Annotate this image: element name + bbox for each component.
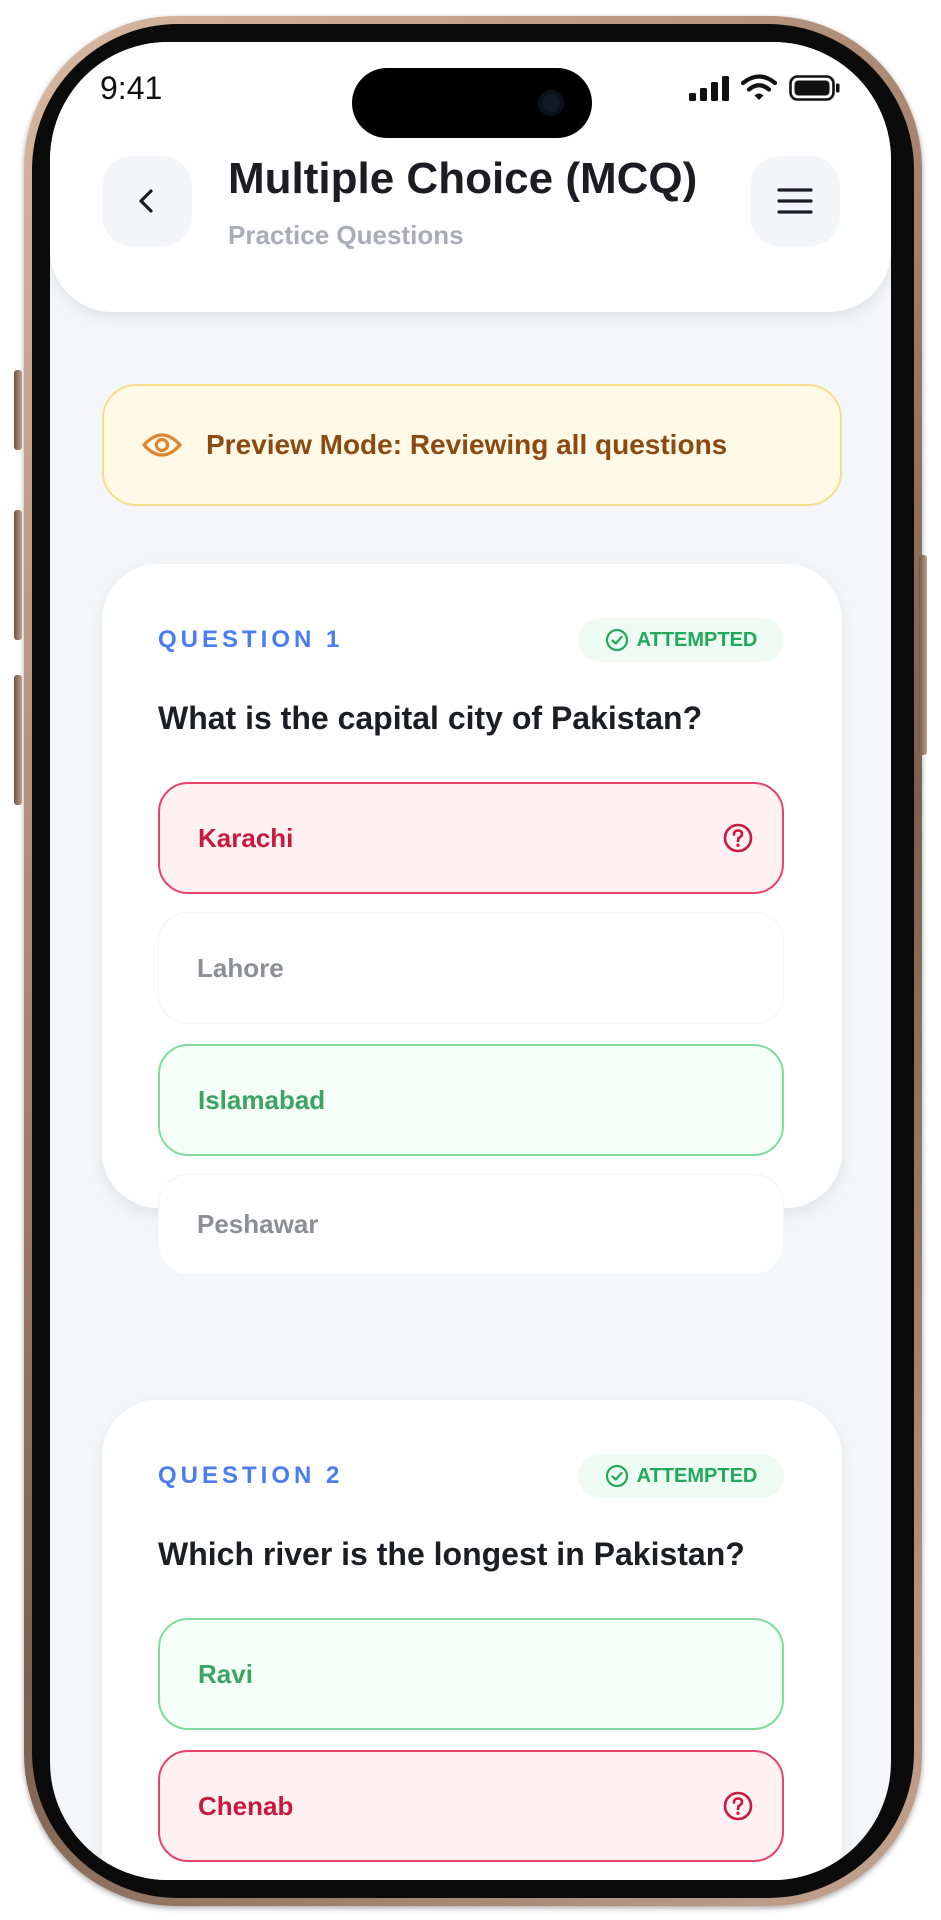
power-button bbox=[919, 555, 927, 755]
status-badge: ATTEMPTED bbox=[578, 618, 784, 662]
app-screen: Multiple Choice (MCQ) Practice Questions… bbox=[50, 42, 891, 1880]
question-card: QUESTION 2 ATTEMPTED Which river is the … bbox=[102, 1400, 842, 1880]
status-badge-label: ATTEMPTED bbox=[636, 628, 758, 651]
dynamic-island bbox=[352, 68, 592, 138]
option-label: Ravi bbox=[198, 1658, 253, 1689]
question-card: QUESTION 1 ATTEMPTED What is the capital… bbox=[102, 564, 842, 1274]
battery-icon bbox=[789, 75, 840, 101]
check-circle-icon bbox=[605, 628, 628, 652]
question-text: What is the capital city of Pakistan? bbox=[158, 700, 703, 736]
option-islamabad[interactable]: Islamabad bbox=[158, 1044, 784, 1156]
option-label: Chenab bbox=[198, 1790, 294, 1821]
status-badge-label: ATTEMPTED bbox=[636, 1464, 758, 1487]
status-time: 9:41 bbox=[100, 70, 163, 106]
question-label: QUESTION 1 bbox=[158, 626, 344, 653]
option-label: Karachi bbox=[198, 822, 294, 853]
question-text: Which river is the longest in Pakistan? bbox=[158, 1536, 745, 1572]
option-label: Peshawar bbox=[197, 1209, 319, 1239]
page-subtitle: Practice Questions bbox=[228, 220, 464, 250]
eye-icon bbox=[142, 433, 182, 457]
question-label: QUESTION 2 bbox=[158, 1462, 344, 1489]
option-label: Lahore bbox=[197, 952, 284, 983]
check-circle-icon bbox=[605, 1464, 628, 1488]
status-badge: ATTEMPTED bbox=[578, 1454, 784, 1498]
option-ravi[interactable]: Ravi bbox=[158, 1618, 784, 1730]
option-lahore[interactable]: Lahore bbox=[158, 912, 784, 1024]
option-karachi[interactable]: Karachi bbox=[158, 782, 784, 894]
preview-mode-banner: Preview Mode: Reviewing all questions bbox=[102, 384, 842, 506]
question-circle-icon bbox=[723, 1791, 753, 1821]
action-button bbox=[14, 370, 22, 450]
question-circle-icon bbox=[723, 823, 753, 853]
chevron-left-icon bbox=[139, 189, 153, 213]
hamburger-menu-icon bbox=[777, 188, 813, 214]
volume-up-button bbox=[14, 510, 22, 640]
status-icons bbox=[689, 72, 841, 104]
option-label: Islamabad bbox=[198, 1084, 326, 1115]
status-bar: 9:41 bbox=[50, 42, 891, 162]
option-chenab[interactable]: Chenab bbox=[158, 1750, 784, 1862]
front-camera bbox=[538, 90, 564, 116]
option-peshawar[interactable]: Peshawar bbox=[158, 1174, 784, 1274]
back-button[interactable] bbox=[102, 156, 192, 246]
menu-button[interactable] bbox=[750, 156, 840, 246]
signal-icon bbox=[689, 76, 729, 101]
wifi-icon bbox=[741, 74, 777, 100]
banner-text: Preview Mode: Reviewing all questions bbox=[206, 429, 728, 460]
volume-down-button bbox=[14, 675, 22, 805]
